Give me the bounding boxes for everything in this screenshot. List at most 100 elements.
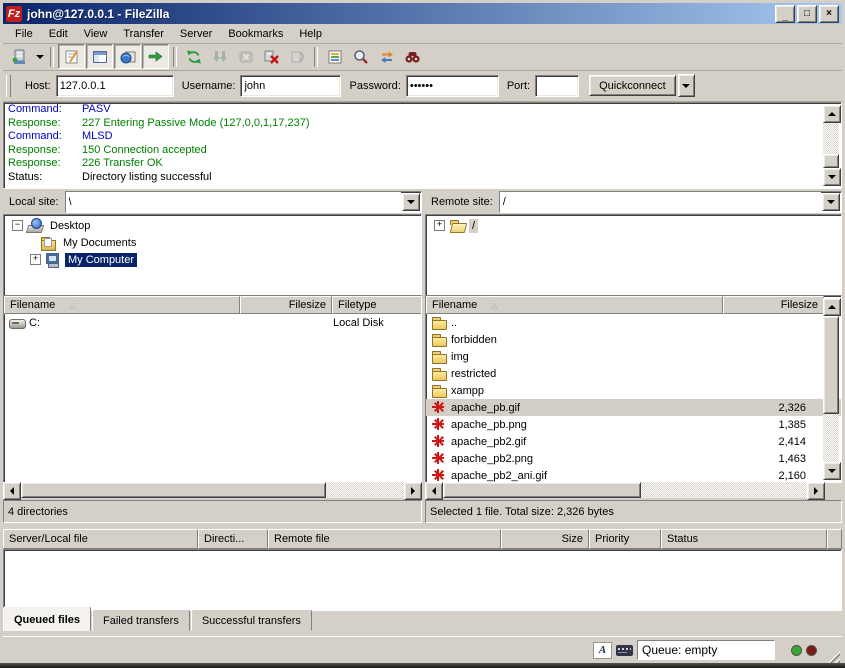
- reconnect-button[interactable]: [285, 45, 310, 68]
- refresh-button[interactable]: [181, 45, 206, 68]
- scroll-left-icon[interactable]: [3, 482, 21, 500]
- quickconnect-bar: Host: Username: Password: Port: Quickcon…: [3, 70, 842, 102]
- column-header-filetype[interactable]: Filetype: [332, 296, 422, 314]
- cancel-operation-button[interactable]: [233, 45, 258, 68]
- toolbar-grip[interactable]: [6, 75, 11, 97]
- scroll-right-icon[interactable]: [404, 482, 422, 500]
- column-header-direction[interactable]: Directi...: [198, 529, 268, 549]
- toggle-transfer-queue-button[interactable]: [142, 44, 169, 69]
- remote-file-row[interactable]: apache_pb2.png 1,463: [426, 450, 841, 467]
- scroll-left-icon[interactable]: [425, 482, 443, 500]
- combo-dropdown-button[interactable]: [402, 193, 420, 211]
- scroll-down-icon[interactable]: [823, 462, 841, 480]
- local-treeview-icon: [92, 49, 108, 65]
- host-label: Host:: [25, 80, 51, 92]
- maximize-button[interactable]: □: [797, 5, 817, 23]
- file-name: img: [451, 351, 469, 363]
- menu-view[interactable]: View: [76, 26, 116, 42]
- find-files-button[interactable]: [400, 45, 425, 68]
- quickconnect-button[interactable]: Quickconnect: [589, 75, 676, 96]
- local-horizontal-scrollbar[interactable]: [3, 482, 422, 498]
- column-header-size[interactable]: Size: [501, 529, 589, 549]
- quickconnect-dropdown-button[interactable]: [678, 74, 695, 97]
- combo-dropdown-button[interactable]: [822, 193, 840, 211]
- tab-failed-transfers[interactable]: Failed transfers: [92, 609, 190, 631]
- remote-vertical-scrollbar[interactable]: [823, 298, 839, 480]
- site-manager-dropdown-button[interactable]: [33, 45, 46, 68]
- scroll-up-icon[interactable]: [823, 298, 841, 316]
- username-input[interactable]: [240, 75, 341, 97]
- log-line: Command:PASV: [4, 103, 841, 117]
- tree-item-my-documents[interactable]: My Documents: [4, 234, 421, 251]
- menu-help[interactable]: Help: [291, 26, 330, 42]
- scrollbar-thumb[interactable]: [21, 482, 326, 498]
- synchronized-browsing-button[interactable]: [374, 45, 399, 68]
- column-header-filesize[interactable]: Filesize: [240, 296, 332, 314]
- expand-icon[interactable]: +: [434, 220, 445, 231]
- process-queue-button[interactable]: [207, 45, 232, 68]
- scrollbar-thumb[interactable]: [443, 482, 641, 498]
- menu-file[interactable]: File: [7, 26, 41, 42]
- remote-file-list: Filename△ Filesize .. forbidden img rest…: [425, 295, 842, 483]
- resize-grip[interactable]: [827, 650, 840, 663]
- menu-bookmarks[interactable]: Bookmarks: [220, 26, 291, 42]
- column-header-filesize[interactable]: Filesize: [723, 296, 824, 314]
- toggle-message-log-button[interactable]: [58, 44, 85, 69]
- queue-tabs: Queued files Failed transfers Successful…: [3, 610, 312, 631]
- tree-item-my-computer[interactable]: + My Computer: [4, 251, 421, 268]
- scroll-down-icon[interactable]: [823, 168, 841, 186]
- tree-item-root[interactable]: + /: [426, 217, 841, 234]
- scroll-right-icon[interactable]: [807, 482, 825, 500]
- tree-item-desktop[interactable]: − Desktop: [4, 217, 421, 234]
- queue-list[interactable]: [3, 549, 842, 611]
- site-manager-button[interactable]: [7, 45, 32, 68]
- minimize-button[interactable]: _: [775, 5, 795, 23]
- column-header-priority[interactable]: Priority: [589, 529, 661, 549]
- column-header-server-local-file[interactable]: Server/Local file: [3, 529, 198, 549]
- remote-file-row[interactable]: ..: [426, 314, 841, 331]
- column-header-filler: [827, 529, 842, 549]
- remote-file-row[interactable]: xampp: [426, 382, 841, 399]
- toggle-local-tree-button[interactable]: [86, 44, 113, 69]
- local-site-input[interactable]: [66, 192, 401, 212]
- port-input[interactable]: [535, 75, 579, 97]
- file-name: ..: [451, 317, 457, 329]
- local-site-combo[interactable]: [65, 191, 422, 213]
- disconnect-button[interactable]: [259, 45, 284, 68]
- toggle-remote-tree-button[interactable]: [114, 44, 141, 69]
- log-scrollbar[interactable]: [823, 105, 839, 186]
- remote-file-row-selected[interactable]: apache_pb.gif 2,326: [426, 399, 841, 416]
- tab-successful-transfers[interactable]: Successful transfers: [191, 609, 312, 631]
- remote-file-row[interactable]: apache_pb2.gif 2,414: [426, 433, 841, 450]
- password-input[interactable]: [406, 75, 499, 97]
- local-file-row[interactable]: C: Local Disk: [4, 314, 421, 331]
- scroll-up-icon[interactable]: [823, 105, 841, 123]
- close-button[interactable]: ×: [819, 5, 839, 23]
- column-header-filename[interactable]: Filename△: [426, 296, 723, 314]
- remote-site-input[interactable]: [500, 192, 821, 212]
- tab-queued-files[interactable]: Queued files: [3, 606, 91, 631]
- directory-listing-filters-button[interactable]: [322, 45, 347, 68]
- remote-file-row[interactable]: img: [426, 348, 841, 365]
- scrollbar-thumb[interactable]: [823, 154, 839, 168]
- directory-comparison-button[interactable]: [348, 45, 373, 68]
- remote-site-combo[interactable]: [499, 191, 842, 213]
- collapse-icon[interactable]: −: [12, 220, 23, 231]
- remote-file-row[interactable]: restricted: [426, 365, 841, 382]
- remote-file-row[interactable]: forbidden: [426, 331, 841, 348]
- remote-file-row[interactable]: apache_pb.png 1,385: [426, 416, 841, 433]
- scrollbar-thumb[interactable]: [823, 316, 839, 414]
- menu-edit[interactable]: Edit: [41, 26, 76, 42]
- remote-file-row[interactable]: apache_pb2_ani.gif 2,160: [426, 467, 841, 483]
- column-header-remote-file[interactable]: Remote file: [268, 529, 501, 549]
- toolbar-separator: [314, 47, 318, 67]
- column-header-status[interactable]: Status: [661, 529, 827, 549]
- expand-icon[interactable]: +: [30, 254, 41, 265]
- menu-server[interactable]: Server: [172, 26, 220, 42]
- window-title: john@127.0.0.1 - FileZilla: [27, 7, 773, 21]
- column-header-filename[interactable]: Filename△: [4, 296, 240, 314]
- menu-transfer[interactable]: Transfer: [115, 26, 172, 42]
- host-input[interactable]: [56, 75, 174, 97]
- image-file-icon: [431, 400, 448, 415]
- remote-horizontal-scrollbar[interactable]: [425, 482, 825, 498]
